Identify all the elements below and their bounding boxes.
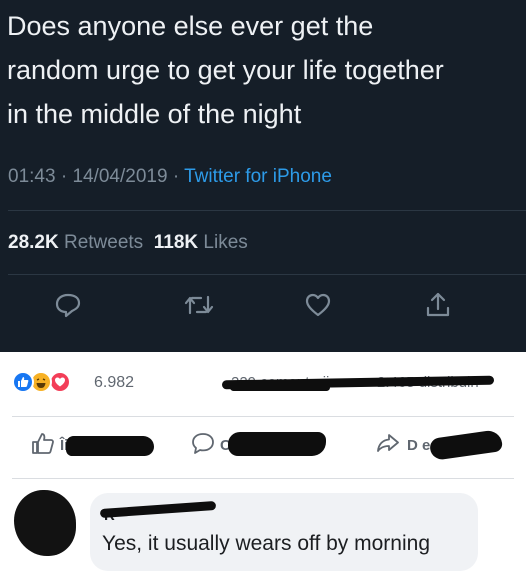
thumbs-up-icon [30,430,56,460]
reaction-count[interactable]: 6.982 [94,374,134,392]
comment-icon [190,430,216,460]
likes-label: Likes [203,232,248,253]
tweet-text-line: Does anyone else ever get the [7,11,374,41]
retweet-button[interactable] [184,292,214,322]
commenter-avatar[interactable] [14,490,76,556]
share-button[interactable] [423,292,453,322]
likes-stat[interactable]: 118K Likes [154,232,248,253]
share-action-button[interactable]: D e [375,430,430,460]
tweet-text-line: random urge to get your life together [7,55,444,85]
retweets-stat[interactable]: 28.2K Retweets [8,232,143,253]
facebook-post-footer: 6.982 229 comentarii 2.465 distribuiri Î… [0,352,526,575]
redaction-scribble [228,432,326,456]
divider [12,478,514,479]
likes-count: 118K [153,232,199,253]
redaction-scribble [230,384,330,391]
meta-separator: · [60,166,68,187]
tweet-text: Does anyone else ever get the random urg… [7,4,512,136]
redaction-scribble [66,436,154,456]
reply-button[interactable] [53,292,83,322]
retweets-label: Retweets [63,232,144,253]
retweet-icon [184,291,214,324]
redaction-scribble [99,500,217,519]
meta-separator: · [172,166,180,187]
tweet-time: 01:43 [8,166,56,187]
divider [8,210,526,211]
retweets-count: 28.2K [8,232,59,253]
share-action-label: D e [407,436,431,454]
like-button[interactable] [303,292,333,322]
love-reaction-icon [49,371,71,393]
comment-bubble: R Yes, it usually wears off by morning [90,493,478,571]
like-reaction-icon [12,371,34,393]
tweet-text-line: in the middle of the night [7,99,302,129]
like-icon [304,292,332,323]
tweet-date: 14/04/2019 [72,166,168,187]
divider [12,416,514,417]
share-icon [424,291,452,324]
divider [8,274,526,275]
tweet-card: Does anyone else ever get the random urg… [0,0,526,352]
redaction-scribble [428,429,504,461]
reply-icon [54,291,82,324]
comment-text: Yes, it usually wears off by morning [102,532,431,555]
tweet-source-link[interactable]: Twitter for iPhone [184,166,332,187]
tweet-meta: 01:43 · 14/04/2019 · Twitter for iPhone [8,166,332,188]
share-arrow-icon [375,430,401,460]
tweet-stats: 28.2K Retweets 118K Likes [8,232,248,254]
like-action-button[interactable]: Îi [30,430,68,460]
